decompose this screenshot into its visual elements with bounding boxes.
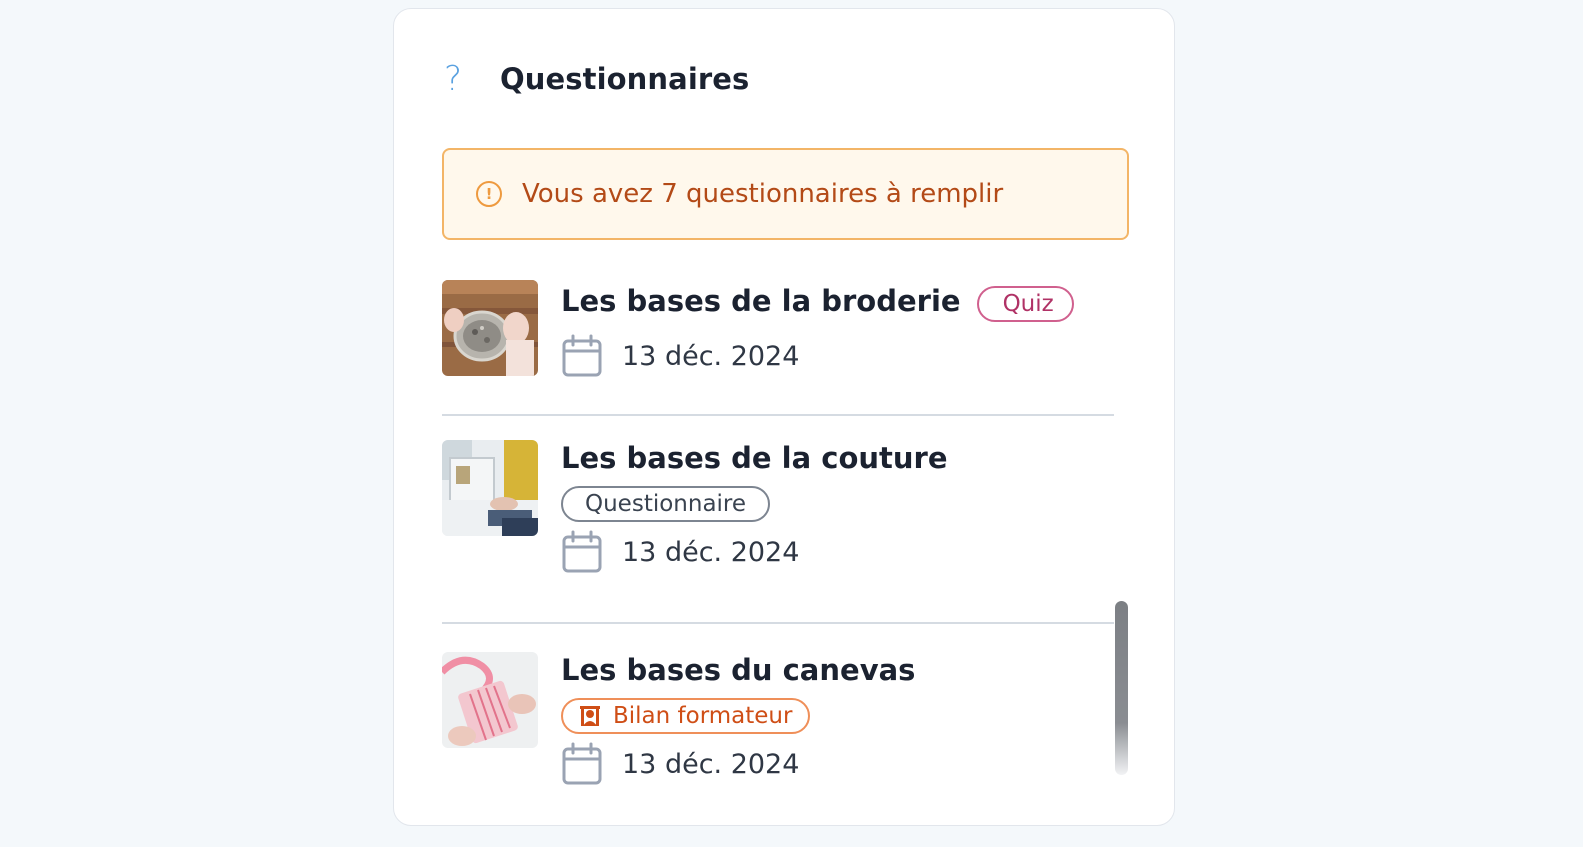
embroidery-thumbnail xyxy=(442,280,538,376)
item-date: 13 déc. 2024 xyxy=(622,748,800,780)
question-mark-icon: ? xyxy=(444,59,463,99)
item-title: Les bases de la broderie xyxy=(561,284,961,318)
questionnaires-card: ? Questionnaires ! Vous avez 7 questionn… xyxy=(393,8,1175,826)
calendar-icon xyxy=(562,334,602,377)
questionnaire-badge: Questionnaire xyxy=(561,486,771,522)
scrollbar[interactable] xyxy=(1115,601,1128,775)
sewing-thumbnail xyxy=(442,440,538,536)
card-title: Questionnaires xyxy=(500,62,750,96)
exclamation-circle-icon: ! xyxy=(476,181,502,207)
card-header: ? Questionnaires xyxy=(444,57,749,101)
item-date: 13 déc. 2024 xyxy=(622,340,800,372)
item-date: 13 déc. 2024 xyxy=(622,536,800,568)
alert-text: Vous avez 7 questionnaires à remplir xyxy=(522,179,1004,209)
calendar-icon xyxy=(562,742,602,785)
quiz-badge: Quiz xyxy=(976,286,1074,322)
badge-label: Bilan formateur xyxy=(613,703,793,729)
calendar-icon xyxy=(562,530,602,573)
pending-questionnaires-alert: ! Vous avez 7 questionnaires à remplir xyxy=(442,148,1129,240)
list-item[interactable]: Les bases de la broderie Quiz 13 déc. 20… xyxy=(442,271,1114,416)
list-item[interactable]: Les bases du canevas Bilan formateur 13 … xyxy=(442,624,1114,794)
item-title: Les bases de la couture xyxy=(561,441,948,475)
trainer-review-badge: Bilan formateur xyxy=(561,698,811,734)
questionnaire-list: Les bases de la broderie Quiz 13 déc. 20… xyxy=(442,271,1114,794)
list-item[interactable]: Les bases de la couture Questionnaire 13… xyxy=(442,416,1114,624)
teacher-icon xyxy=(580,706,600,726)
canvas-thumbnail xyxy=(442,652,538,748)
item-title: Les bases du canevas xyxy=(561,653,916,687)
